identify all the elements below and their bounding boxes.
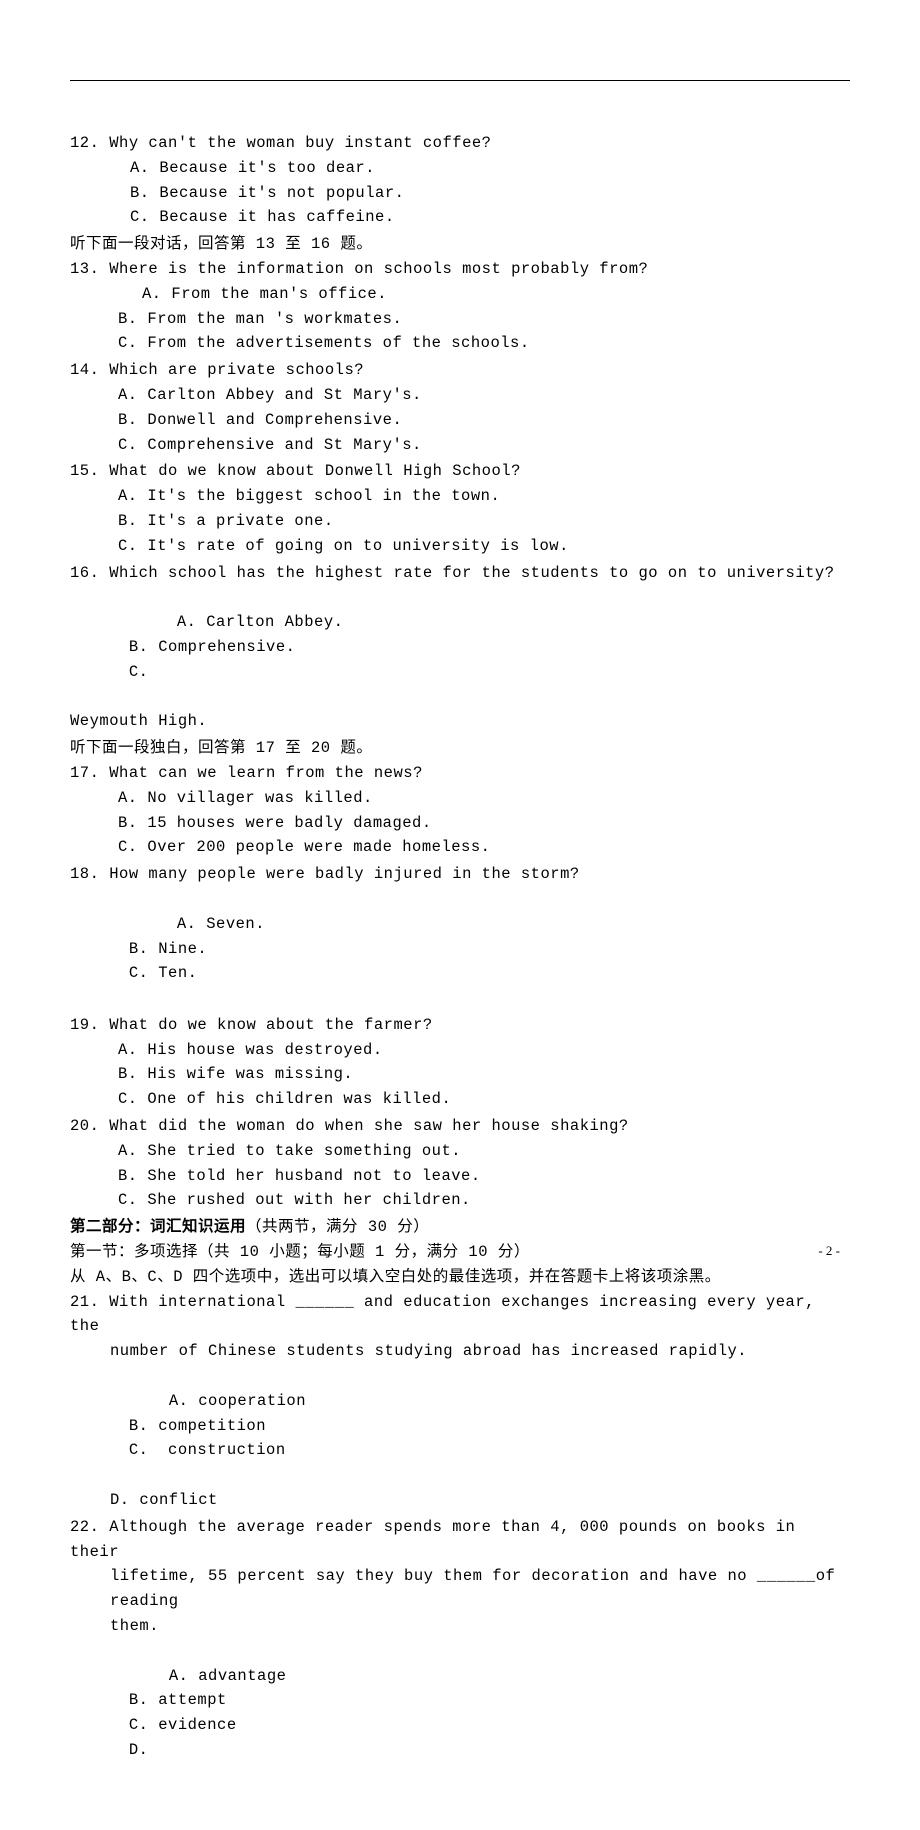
q19-num: 19.	[70, 1016, 99, 1034]
q14-option-a: A. Carlton Abbey and St Mary's.	[70, 383, 850, 408]
q17-text: What can we learn from the news?	[109, 764, 423, 782]
q21-line1: With international ______ and education …	[70, 1293, 825, 1336]
section-2-title: 第二部分：词汇知识运用（共两节，满分 30 分）	[70, 1215, 850, 1240]
q18-option-b: B. Nine.	[129, 937, 379, 962]
q18-option-c: C. Ten.	[129, 964, 198, 982]
q22-option-d: D.	[129, 1741, 149, 1759]
q22-line3: them.	[70, 1614, 850, 1639]
q20-num: 20.	[70, 1117, 99, 1135]
q14-num: 14.	[70, 361, 99, 379]
question-12: 12. Why can't the woman buy instant coff…	[70, 131, 850, 230]
q16-option-c-label: C.	[129, 663, 149, 681]
q19-text: What do we know about the farmer?	[109, 1016, 432, 1034]
q16-option-b: B. Comprehensive.	[129, 635, 329, 660]
section-2-sub1: 第一节：多项选择（共 10 小题；每小题 1 分，满分 10 分）	[70, 1240, 850, 1265]
q21-option-d: D. conflict	[70, 1488, 850, 1513]
question-20: 20. What did the woman do when she saw h…	[70, 1114, 850, 1213]
q22-option-a: A. advantage	[129, 1664, 449, 1689]
q15-num: 15.	[70, 462, 99, 480]
q12-option-c: C. Because it has caffeine.	[70, 205, 850, 230]
q12-option-a: A. Because it's too dear.	[70, 156, 850, 181]
q19-option-b: B. His wife was missing.	[70, 1062, 850, 1087]
q13-option-c: C. From the advertisements of the school…	[70, 331, 850, 356]
q12-option-b: B. Because it's not popular.	[70, 181, 850, 206]
q18-num: 18.	[70, 865, 99, 883]
q20-option-a: A. She tried to take something out.	[70, 1139, 850, 1164]
q15-text: What do we know about Donwell High Schoo…	[109, 462, 521, 480]
page-content: 12. Why can't the woman buy instant coff…	[0, 0, 920, 1830]
top-divider	[70, 80, 850, 81]
q17-option-c: C. Over 200 people were made homeless.	[70, 835, 850, 860]
q20-option-c: C. She rushed out with her children.	[70, 1188, 850, 1213]
question-22: 22. Although the average reader spends m…	[70, 1515, 850, 1788]
page-number: - 2 -	[818, 1241, 840, 1262]
section-2-title-paren: （共两节，满分 30 分）	[246, 1218, 429, 1236]
q19-option-a: A. His house was destroyed.	[70, 1038, 850, 1063]
q13-option-b: B. From the man 's workmates.	[70, 307, 850, 332]
q22-line1: Although the average reader spends more …	[70, 1518, 805, 1561]
question-18: 18. How many people were badly injured i…	[70, 862, 850, 1011]
q17-option-b: B. 15 houses were badly damaged.	[70, 811, 850, 836]
q20-option-b: B. She told her husband not to leave.	[70, 1164, 850, 1189]
question-21: 21. With international ______ and educat…	[70, 1290, 850, 1513]
q13-option-a: A. From the man's office.	[70, 282, 850, 307]
q18-option-a: A. Seven.	[129, 912, 329, 937]
q15-option-a: A. It's the biggest school in the town.	[70, 484, 850, 509]
q13-num: 13.	[70, 260, 99, 278]
q22-line2: lifetime, 55 percent say they buy them f…	[70, 1564, 850, 1614]
q15-option-b: B. It's a private one.	[70, 509, 850, 534]
q21-option-c: C. construction	[129, 1441, 286, 1459]
q18-text: How many people were badly injured in th…	[109, 865, 579, 883]
q19-option-c: C. One of his children was killed.	[70, 1087, 850, 1112]
q17-option-a: A. No villager was killed.	[70, 786, 850, 811]
section-2-instr: 从 A、B、C、D 四个选项中，选出可以填入空白处的最佳选项，并在答题卡上将该项…	[70, 1265, 850, 1290]
intro-13-16: 听下面一段对话，回答第 13 至 16 题。	[70, 232, 850, 257]
question-14: 14. Which are private schools? A. Carlto…	[70, 358, 850, 457]
question-17: 17. What can we learn from the news? A. …	[70, 761, 850, 860]
q22-num: 22.	[70, 1518, 99, 1536]
q21-option-a: A. cooperation	[129, 1389, 339, 1414]
q14-option-b: B. Donwell and Comprehensive.	[70, 408, 850, 433]
question-15: 15. What do we know about Donwell High S…	[70, 459, 850, 558]
intro-17-20: 听下面一段独白，回答第 17 至 20 题。	[70, 736, 850, 761]
q22-option-b: B. attempt	[129, 1688, 279, 1713]
q12-num: 12.	[70, 134, 99, 152]
q21-line2: number of Chinese students studying abro…	[70, 1339, 850, 1364]
q12-text: Why can't the woman buy instant coffee?	[109, 134, 491, 152]
q20-text: What did the woman do when she saw her h…	[109, 1117, 628, 1135]
question-13: 13. Where is the information on schools …	[70, 257, 850, 356]
question-16: 16. Which school has the highest rate fo…	[70, 561, 850, 735]
q22-option-c: C. evidence	[129, 1713, 279, 1738]
q13-text: Where is the information on schools most…	[109, 260, 648, 278]
q17-num: 17.	[70, 764, 99, 782]
q14-option-c: C. Comprehensive and St Mary's.	[70, 433, 850, 458]
q16-option-a: A. Carlton Abbey.	[129, 610, 559, 635]
q21-option-b: B. competition	[129, 1414, 449, 1439]
q15-option-c: C. It's rate of going on to university i…	[70, 534, 850, 559]
question-19: 19. What do we know about the farmer? A.…	[70, 1013, 850, 1112]
q16-text: Which school has the highest rate for th…	[109, 564, 834, 582]
q16-option-c-text: Weymouth High.	[70, 709, 850, 734]
section-2-title-bold: 第二部分：词汇知识运用	[70, 1218, 246, 1236]
q14-text: Which are private schools?	[109, 361, 364, 379]
q16-num: 16.	[70, 564, 99, 582]
